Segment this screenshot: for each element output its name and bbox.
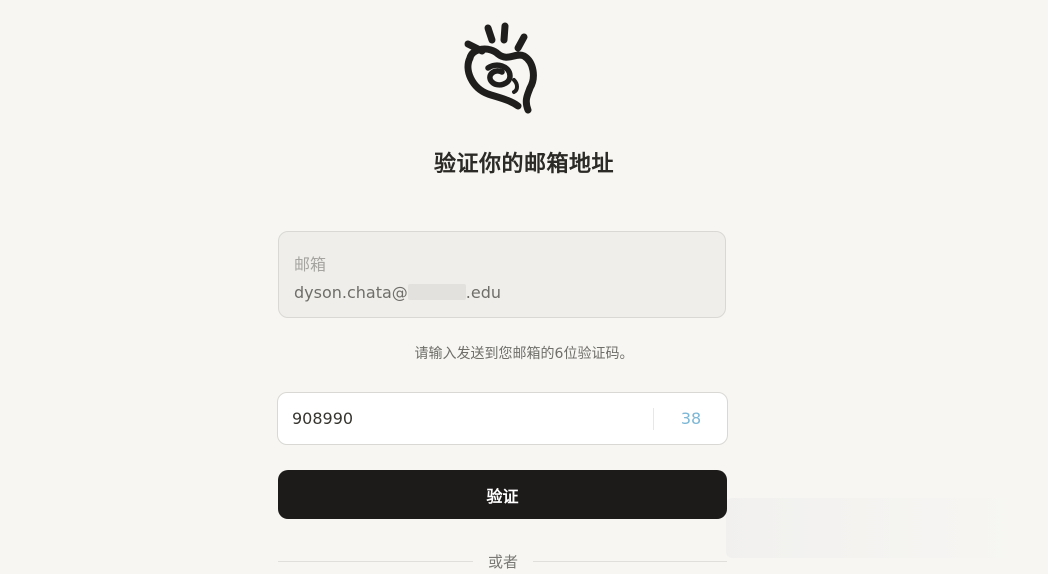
page-title: 验证你的邮箱地址: [433, 152, 614, 177]
verification-code-field: 38: [277, 392, 728, 445]
helper-text: 请输入发送到您邮箱的6位验证码。: [414, 346, 634, 362]
redacted-block: [407, 284, 466, 300]
email-value-suffix: .edu: [465, 283, 502, 302]
email-label: 邮箱: [294, 255, 327, 274]
hand-ok-gesture-icon: [464, 22, 537, 114]
resend-countdown: 38: [680, 409, 702, 428]
email-field: 邮箱 dyson.chata@ .edu: [278, 231, 726, 318]
divider-line-left: [278, 561, 473, 562]
email-value: dyson.chata@ .edu: [294, 283, 501, 302]
verify-button[interactable]: 验证: [278, 470, 727, 519]
or-divider-text: 或者: [487, 553, 518, 571]
logo: [458, 18, 544, 116]
background-shadow: [726, 498, 1026, 558]
field-divider: [653, 408, 654, 430]
email-value-prefix: dyson.chata@: [294, 283, 408, 302]
divider-line-right: [533, 561, 727, 562]
verification-code-input[interactable]: [292, 393, 632, 444]
